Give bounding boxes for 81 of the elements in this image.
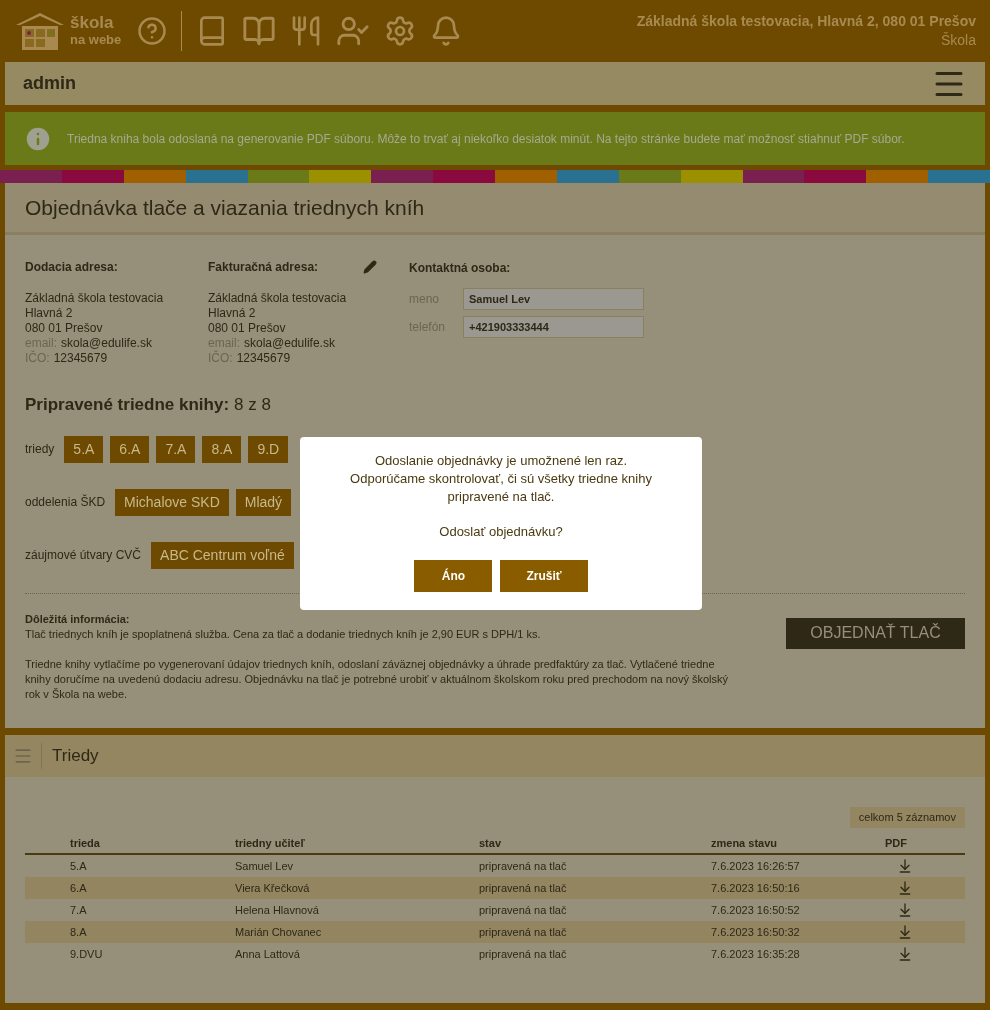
class-tag-button[interactable]: 8.A: [202, 435, 242, 463]
table-cell-text: 7.6.2023 16:35:28: [711, 946, 801, 962]
text-input-field[interactable]: Samuel Lev: [463, 288, 644, 310]
panel-title: Triedy: [52, 745, 99, 768]
user-check-icon[interactable]: [336, 14, 371, 48]
dialog-button[interactable]: Áno: [414, 559, 493, 592]
class-tag-button[interactable]: 6.A: [110, 435, 150, 463]
record-count: celkom 5 záznamov: [849, 807, 965, 828]
table-cell-text: 7.6.2023 16:50:32: [711, 924, 801, 940]
column-header: zmena stavu: [711, 835, 779, 851]
download-icon[interactable]: [897, 924, 913, 940]
email-value: skola@edulife.sk: [61, 336, 152, 351]
table-cell-text: 7.6.2023 16:50:16: [711, 880, 801, 896]
dialog-message: Odoslanie objednávky je umožnené len raz. Odporúčame skontrolovať, či sú všetky triedne knihy pripravené na tlač.: [349, 452, 653, 506]
list-icon[interactable]: [13, 746, 33, 766]
address-line: Základná škola testovacia: [208, 291, 348, 306]
group-label: triedy: [25, 441, 55, 458]
school-name: Základná škola testovacia, Hlavná 2, 080 01 Prešov: [636, 12, 976, 31]
user-name: admin: [23, 72, 76, 95]
table-cell-text: 7.6.2023 16:26:57: [711, 858, 801, 874]
table-cell-text: Viera Křečková: [235, 880, 311, 896]
table-cell-text: 7.6.2023 16:50:52: [711, 902, 801, 918]
logo-tagline: na webe: [70, 31, 122, 48]
role-label: Škola: [940, 31, 976, 50]
ico-value: 12345679: [53, 351, 108, 366]
table-cell-text: Marián Chovanec: [235, 924, 323, 940]
table-cell-text: pripravená na tlač: [479, 924, 568, 940]
table-cell-text: pripravená na tlač: [479, 880, 568, 896]
table-cell-text: 7.A: [69, 902, 88, 918]
class-tag-button[interactable]: 9.D: [248, 435, 289, 463]
group-label: oddelenia ŠKD: [25, 493, 106, 511]
logo-wordmark: škola: [70, 14, 115, 31]
dialog-question: Odoslať objednávku?: [439, 523, 563, 541]
group-label: záujmové útvary CVČ: [25, 546, 142, 564]
page-title: Objednávka tlače a viazania triednych kníh: [25, 194, 425, 221]
contact-heading: Kontaktná osoba:: [409, 260, 512, 275]
address-line: 080 01 Prešov: [208, 321, 287, 336]
address-heading: Dodacia adresa:: [25, 259, 118, 275]
address-line: Hlavná 2: [25, 306, 74, 321]
download-icon[interactable]: [897, 858, 913, 874]
download-icon[interactable]: [897, 880, 913, 896]
class-tag-button[interactable]: ABC Centrum voľné: [151, 541, 294, 569]
column-header: stav: [479, 835, 503, 851]
address-line: 080 01 Prešov: [25, 321, 104, 336]
notice-text: Triedna kniha bola odoslaná na generovanie PDF súboru. Môže to trvať aj niekoľko desiatok minút. Na tejto stránke budete mať možnosť stiahnuť PDF súbor.: [67, 130, 905, 148]
info-heading: Dôležitá informácia:: [25, 611, 131, 627]
table-cell-text: Helena Hlavnová: [235, 902, 320, 918]
info-paragraph: Triedne knihy vytlačíme po vygenerovaní údajov triednych kníh, odoslaní záväznej objednávky a úhrade predfaktúry za tlač. Vytlačené triedne knihy doručíme na uvedenú dodaciu adresu. Objednávku na tlač je potrebné urobiť v aktuálnom školskom roku pred prechodom na nový školský rok v Škola na webe.: [25, 656, 730, 702]
help-icon[interactable]: [137, 16, 168, 46]
address-heading: Fakturačná adresa:: [208, 259, 319, 275]
column-header: triedny učiteľ: [235, 835, 306, 851]
column-header: trieda: [69, 835, 101, 851]
table-cell-text: pripravená na tlač: [479, 946, 568, 962]
download-icon[interactable]: [897, 902, 913, 918]
table-cell-text: pripravená na tlač: [479, 902, 568, 918]
class-tag-button[interactable]: 5.A: [64, 435, 104, 463]
table-cell-text: Samuel Lev: [235, 858, 295, 874]
class-tag-button[interactable]: 7.A: [156, 435, 196, 463]
column-header: PDF: [885, 835, 907, 851]
download-icon[interactable]: [897, 946, 913, 962]
info-paragraph: Tlač triednych kníh je spoplatnená služba. Cena za tlač a dodanie triednych kníh je 2,90 EUR s DPH/1 ks.: [25, 626, 542, 642]
pencil-icon[interactable]: [363, 260, 377, 274]
table-cell-text: 6.A: [69, 880, 88, 896]
class-tag-button[interactable]: Michalove SKD: [115, 488, 229, 516]
open-book-icon[interactable]: [242, 14, 277, 48]
table-cell-text: 8.A: [69, 924, 88, 940]
email-value: skola@edulife.sk: [244, 336, 335, 351]
address-line: Základná škola testovacia: [25, 291, 165, 306]
table-cell-text: pripravená na tlač: [479, 858, 568, 874]
table-cell-text: 9.DVU: [69, 946, 104, 962]
address-line: Hlavná 2: [208, 306, 257, 321]
text-input-field[interactable]: +421903333444: [463, 316, 644, 338]
prepared-label: Pripravené triedne knihy:: [25, 394, 230, 416]
ico-value: 12345679: [236, 351, 291, 366]
class-tag-button[interactable]: Mladý: [235, 488, 292, 516]
prepared-count: 8 z 8: [234, 394, 271, 416]
dialog-button[interactable]: Zrušiť: [500, 559, 588, 592]
order-print-button[interactable]: OBJEDNAŤ TLAČ: [786, 617, 965, 649]
school-house-logo-icon: [14, 11, 66, 51]
table-cell-text: 5.A: [69, 858, 88, 874]
table-cell-text: Anna Lattová: [235, 946, 301, 962]
